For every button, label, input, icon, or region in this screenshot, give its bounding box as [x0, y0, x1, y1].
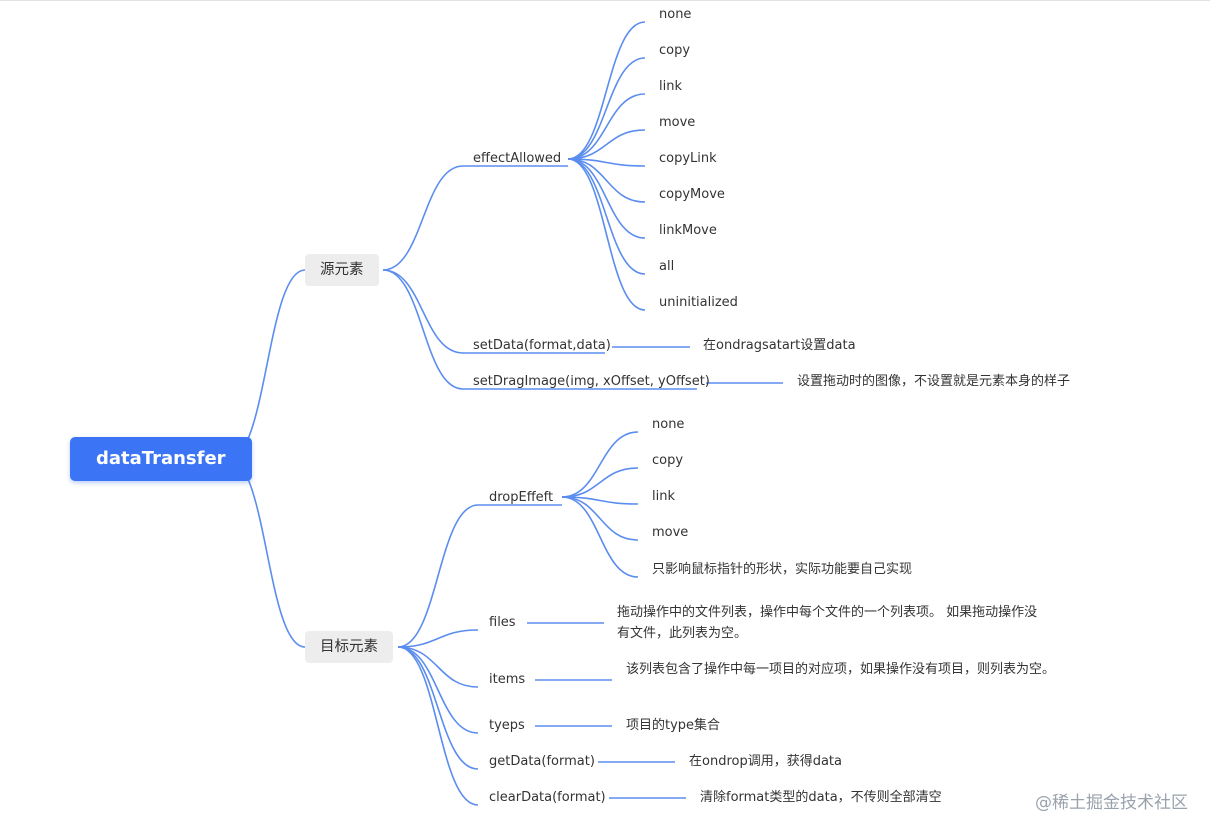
link-target-cleardata: [397, 646, 479, 806]
types-note[interactable]: 项目的type集合: [626, 717, 720, 735]
link-dropeffect-value-0: [561, 431, 639, 498]
effect-allowed-value-linkmove[interactable]: linkMove: [659, 222, 717, 240]
connector-lines: [228, 21, 783, 806]
link-source-setdata: [382, 269, 464, 354]
effect-allowed-value-uninitialized[interactable]: uninitialized: [659, 294, 738, 312]
link-effectallowed-value-7: [567, 158, 646, 275]
effect-allowed-value-all[interactable]: all: [659, 258, 674, 276]
set-drag-image-node[interactable]: setDragImage(img, xOffset, yOffset): [473, 373, 710, 391]
files-node[interactable]: files: [489, 614, 516, 632]
effect-allowed-value-copylink[interactable]: copyLink: [659, 150, 717, 168]
effect-allowed-value-copymove[interactable]: copyMove: [659, 186, 725, 204]
effect-allowed-node[interactable]: effectAllowed: [473, 150, 561, 168]
types-node[interactable]: tyeps: [489, 717, 525, 735]
clear-data-note[interactable]: 清除format类型的data，不传则全部清空: [700, 789, 942, 807]
link-effectallowed-value-0: [567, 21, 646, 160]
effect-allowed-value-move[interactable]: move: [659, 114, 695, 132]
root-node[interactable]: dataTransfer: [70, 437, 252, 481]
files-note[interactable]: 拖动操作中的文件列表，操作中每个文件的一个列表项。 如果拖动操作没有文件，此列表…: [617, 602, 1043, 644]
drop-effect-value-copy[interactable]: copy: [652, 452, 683, 470]
link-target-files: [397, 629, 479, 648]
target-element-node[interactable]: 目标元素: [305, 631, 393, 663]
set-data-note[interactable]: 在ondragsatart设置data: [703, 337, 856, 355]
source-element-node[interactable]: 源元素: [305, 254, 379, 286]
effect-allowed-value-copy[interactable]: copy: [659, 42, 690, 60]
drop-effect-note[interactable]: 只影响鼠标指针的形状，实际功能要自己实现: [652, 561, 912, 579]
link-dropeffect-value-4: [561, 496, 639, 578]
get-data-note[interactable]: 在ondrop调用，获得data: [689, 753, 842, 771]
link-effectallowed-value-6: [567, 158, 646, 239]
set-data-node[interactable]: setData(format,data): [473, 337, 611, 355]
link-target-getdata: [397, 646, 479, 770]
drop-effect-value-move[interactable]: move: [652, 524, 688, 542]
link-target-types: [397, 646, 479, 734]
link-root-source: [228, 269, 306, 460]
items-node[interactable]: items: [489, 671, 525, 689]
effect-allowed-value-none[interactable]: none: [659, 6, 691, 24]
drop-effect-value-none[interactable]: none: [652, 416, 684, 434]
drop-effect-value-link[interactable]: link: [652, 488, 675, 506]
link-source-effectallowed: [382, 165, 464, 271]
watermark: @稀土掘金技术社区: [1035, 793, 1188, 813]
drop-effect-node[interactable]: dropEffeft: [489, 489, 553, 507]
link-target-dropeffect: [397, 504, 479, 648]
link-dropeffect-value-1: [561, 467, 639, 498]
clear-data-node[interactable]: clearData(format): [489, 789, 606, 807]
link-source-setdragimage: [382, 269, 464, 390]
set-drag-image-note[interactable]: 设置拖动时的图像，不设置就是元素本身的样子: [797, 373, 1070, 391]
items-note[interactable]: 该列表包含了操作中每一项目的对应项，如果操作没有项目，则列表为空。: [626, 659, 1064, 680]
get-data-node[interactable]: getData(format): [489, 753, 595, 771]
effect-allowed-value-link[interactable]: link: [659, 78, 682, 96]
link-effectallowed-value-2: [567, 93, 646, 160]
link-root-target: [228, 458, 306, 648]
